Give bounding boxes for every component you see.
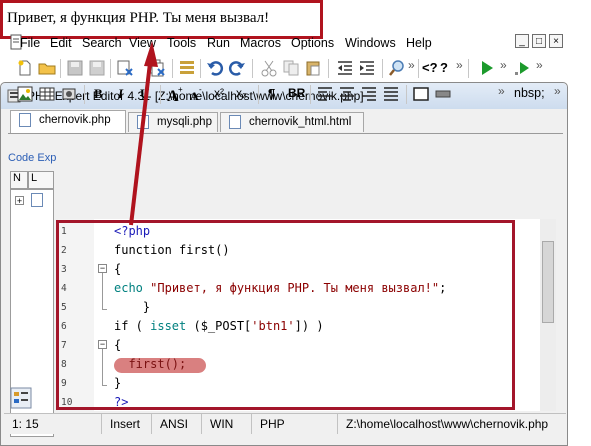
svg-text:-: - (199, 85, 202, 94)
menu-edit[interactable]: Edit (50, 36, 72, 50)
tree-file-icon[interactable] (31, 193, 43, 207)
new-file-icon[interactable] (16, 59, 34, 77)
line-break-button[interactable]: BR (288, 86, 305, 100)
subscript-button[interactable]: x₂ (236, 86, 247, 100)
php-file-icon (19, 113, 31, 127)
undo-icon[interactable] (206, 59, 224, 77)
tab-chernovik-php[interactable]: chernovik.php (10, 110, 126, 133)
toolbar-html: B I U A + A- x² x₂ ¶ BR » nbsp; » (8, 82, 563, 106)
cut-icon[interactable] (260, 59, 278, 77)
insert-object-icon[interactable] (60, 85, 78, 103)
code-explorer-tab[interactable]: Code Exp (8, 152, 56, 164)
vertical-scrollbar[interactable] (540, 219, 556, 411)
copy-icon[interactable] (282, 59, 300, 77)
menu-run[interactable]: Run (207, 36, 230, 50)
tree-header: N L (10, 171, 54, 189)
open-folder-icon[interactable] (38, 59, 56, 77)
php-tag-q: ? (440, 60, 448, 75)
close-file-icon[interactable] (116, 59, 134, 77)
menu-bar: File Edit Search View Tools Run Macros O… (8, 32, 563, 54)
tree-col-line[interactable]: L (28, 171, 54, 189)
find-icon[interactable] (388, 59, 406, 77)
menu-search[interactable]: Search (82, 36, 122, 50)
php-file-icon (137, 115, 149, 129)
insert-table-icon[interactable] (38, 85, 56, 103)
tab-mysqli-php[interactable]: mysqli.php (128, 112, 218, 132)
status-language: PHP (252, 414, 338, 434)
toolbar-main: » <? ? » » » (8, 56, 563, 80)
menu-options[interactable]: Options (291, 36, 334, 50)
align-justify-icon[interactable] (382, 85, 400, 103)
superscript-button[interactable]: x² (214, 86, 224, 100)
project-icon[interactable] (178, 59, 196, 77)
bold-button[interactable]: B (94, 86, 103, 102)
underline-button[interactable]: U (140, 86, 149, 102)
mdi-minimize-button[interactable]: _ (515, 34, 529, 48)
code-explorer-panel: Code Exp N L + (8, 137, 56, 437)
menu-view[interactable]: View (129, 36, 156, 50)
menu-windows[interactable]: Windows (345, 36, 396, 50)
mdi-close-button[interactable]: × (549, 34, 563, 48)
tab-label: chernovik.php (39, 114, 111, 126)
menu-tools[interactable]: Tools (167, 36, 196, 50)
insert-image-icon[interactable] (16, 85, 34, 103)
status-position: 1: 15 (4, 414, 102, 434)
italic-button[interactable]: I (118, 86, 123, 102)
save-all-icon[interactable] (88, 59, 106, 77)
status-file-path: Z:\home\localhost\www\chernovik.php (346, 417, 549, 431)
scrollbar-thumb[interactable] (542, 241, 554, 323)
run-icon[interactable] (478, 59, 496, 77)
align-center-icon[interactable] (338, 85, 356, 103)
status-bar: 1: 15 Insert ANSI WIN PHP Z:\home\localh… (4, 413, 566, 434)
status-line-endings: WIN (202, 414, 252, 434)
php-tag-button[interactable]: <? (422, 60, 438, 75)
tab-chernovik-html[interactable]: chernovik_html.html (220, 112, 364, 132)
close-all-icon[interactable] (148, 59, 166, 77)
insert-form-icon[interactable] (412, 85, 430, 103)
paste-icon[interactable] (304, 59, 322, 77)
panel-toggle-icon[interactable] (10, 387, 32, 409)
menu-macros[interactable]: Macros (240, 36, 281, 50)
browser-output-text: Привет, я функция PHP. Ты меня вызвал! (7, 10, 270, 26)
code-highlight-frame (56, 220, 515, 410)
tree-expand-icon[interactable]: + (15, 196, 24, 206)
mdi-maximize-button[interactable]: □ (532, 34, 546, 48)
redo-icon[interactable] (228, 59, 246, 77)
font-larger-icon[interactable]: A + (166, 85, 184, 103)
svg-text:+: + (178, 85, 183, 94)
align-left-icon[interactable] (316, 85, 334, 103)
font-smaller-icon[interactable]: A- (188, 85, 206, 103)
debug-run-icon[interactable] (514, 59, 532, 77)
align-right-icon[interactable] (360, 85, 378, 103)
outdent-icon[interactable] (336, 59, 354, 77)
status-encoding: ANSI (152, 414, 202, 434)
menu-file[interactable]: File (20, 36, 40, 50)
save-icon[interactable] (66, 59, 84, 77)
document-tabs: chernovik.php mysqli.php chernovik_html.… (8, 110, 563, 134)
html-file-icon (229, 115, 241, 129)
insert-input-icon[interactable] (434, 85, 452, 103)
nbsp-button[interactable]: nbsp; (514, 86, 545, 100)
status-mode: Insert (102, 414, 152, 434)
tree-col-name[interactable]: N (10, 171, 28, 189)
tab-label: chernovik_html.html (249, 116, 352, 128)
indent-icon[interactable] (358, 59, 376, 77)
paragraph-button[interactable]: ¶ (268, 86, 275, 101)
svg-text:A: A (190, 89, 199, 103)
menu-help[interactable]: Help (406, 36, 432, 50)
tab-label: mysqli.php (157, 116, 212, 128)
